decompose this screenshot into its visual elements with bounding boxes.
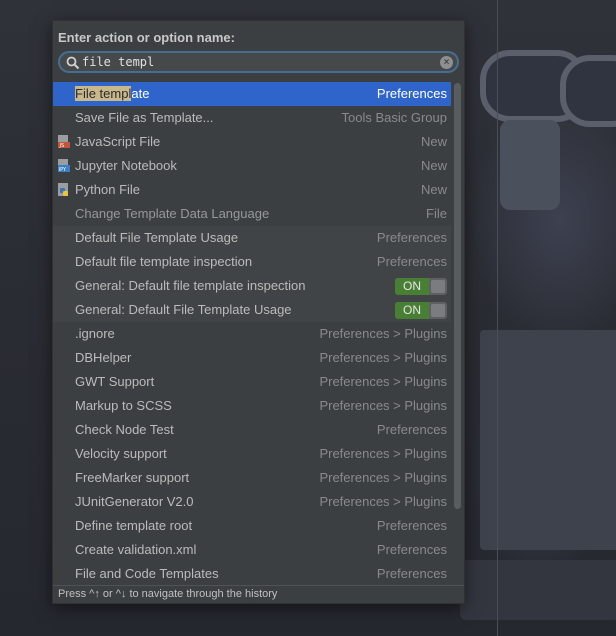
result-row[interactable]: Default file template inspection Prefere… (53, 250, 451, 274)
toggle-state: ON (395, 278, 429, 295)
result-row[interactable]: JS JavaScript File New (53, 130, 451, 154)
result-group: Tools Basic Group (341, 110, 448, 125)
result-row[interactable]: Check Node Test Preferences (53, 418, 451, 442)
results-list: File template Preferences Save File as T… (53, 82, 451, 586)
python-file-icon (58, 183, 68, 196)
popup-title: Enter action or option name: (58, 30, 235, 45)
result-row[interactable]: FreeMarker support Preferences > Plugins (53, 466, 451, 490)
toggle-knob (431, 304, 445, 317)
svg-text:IPY: IPY (59, 167, 67, 173)
toggle-knob (431, 280, 445, 293)
result-label: Python File (75, 182, 141, 197)
result-row[interactable]: Markup to SCSS Preferences > Plugins (53, 394, 451, 418)
result-label: Change Template Data Language (75, 206, 270, 221)
result-label: Jupyter Notebook (75, 158, 177, 173)
result-group: Preferences > Plugins (319, 374, 447, 389)
result-row[interactable]: Python File New (53, 178, 451, 202)
find-action-popup: Enter action or option name: × File temp… (52, 20, 465, 604)
result-group: Preferences (376, 86, 447, 101)
result-group: Preferences > Plugins (319, 350, 447, 365)
result-label: Markup to SCSS (75, 398, 172, 413)
option-toggle[interactable]: ON (395, 278, 447, 295)
result-row[interactable]: Change Template Data Language File (53, 202, 451, 226)
scrollbar-thumb[interactable] (454, 83, 461, 509)
result-group: Preferences (376, 422, 447, 437)
option-toggle[interactable]: ON (395, 302, 447, 319)
background-art-tread (460, 560, 616, 620)
result-row[interactable]: DBHelper Preferences > Plugins (53, 346, 451, 370)
result-group: Preferences > Plugins (319, 494, 447, 509)
result-row[interactable]: .ignore Preferences > Plugins (53, 322, 451, 346)
result-row[interactable]: JUnitGenerator V2.0 Preferences > Plugin… (53, 490, 451, 514)
jupyter-notebook-icon: IPY (58, 159, 70, 173)
result-group: New (420, 134, 447, 149)
toggle-state: ON (395, 302, 429, 319)
javascript-file-icon: JS (58, 135, 70, 149)
result-group: Preferences > Plugins (319, 326, 447, 341)
search-box[interactable]: × (58, 51, 459, 73)
clear-search-icon[interactable]: × (440, 56, 453, 69)
result-row[interactable]: Velocity support Preferences > Plugins (53, 442, 451, 466)
result-row[interactable]: IPY Jupyter Notebook New (53, 154, 451, 178)
result-row[interactable]: General: Default file template inspectio… (53, 274, 451, 298)
search-input[interactable] (82, 54, 412, 70)
result-label: Velocity support (75, 446, 167, 461)
result-group: Preferences (376, 254, 447, 269)
result-row-file-template[interactable]: File template Preferences (53, 82, 451, 106)
result-label: JavaScript File (75, 134, 161, 149)
popup-footer-hint: Press ^↑ or ^↓ to navigate through the h… (53, 585, 464, 603)
editor-divider (497, 0, 498, 636)
result-row[interactable]: GWT Support Preferences > Plugins (53, 370, 451, 394)
result-group: Preferences > Plugins (319, 470, 447, 485)
result-label: Create validation.xml (75, 542, 197, 557)
results-scrollbar[interactable] (454, 83, 462, 509)
result-label: General: Default file template inspectio… (75, 278, 306, 293)
result-row[interactable]: Define template root Preferences (53, 514, 451, 538)
result-label: JUnitGenerator V2.0 (75, 494, 194, 509)
result-group: Preferences (376, 542, 447, 557)
result-row[interactable]: Create validation.xml Preferences (53, 538, 451, 562)
result-label: Default file template inspection (75, 254, 253, 269)
result-group: Preferences > Plugins (319, 446, 447, 461)
result-label: Default File Template Usage (75, 230, 239, 245)
result-row[interactable]: File and Code Templates Preferences (53, 562, 451, 586)
result-label: .ignore (75, 326, 115, 341)
result-group: Preferences > Plugins (319, 398, 447, 413)
result-group: Preferences (376, 566, 447, 581)
result-group: File (426, 206, 447, 221)
search-icon (66, 56, 80, 70)
result-group: New (420, 182, 447, 197)
result-label: File template (75, 86, 150, 101)
result-label: GWT Support (75, 374, 155, 389)
result-group: New (420, 158, 447, 173)
result-group: Preferences (376, 518, 447, 533)
result-label: File and Code Templates (75, 566, 219, 581)
result-label: General: Default File Template Usage (75, 302, 292, 317)
background-art-body (480, 330, 616, 550)
result-label: FreeMarker support (75, 470, 190, 485)
background-art-neck (500, 120, 560, 210)
result-label: Define template root (75, 518, 193, 533)
result-label: Check Node Test (75, 422, 174, 437)
result-row[interactable]: Default File Template Usage Preferences (53, 226, 451, 250)
result-label: DBHelper (75, 350, 132, 365)
result-row[interactable]: Save File as Template... Tools Basic Gro… (53, 106, 451, 130)
result-group: Preferences (376, 230, 447, 245)
result-label: Save File as Template... (75, 110, 214, 125)
match-highlight: File templ (75, 86, 132, 101)
result-row[interactable]: General: Default File Template Usage ON (53, 298, 451, 322)
svg-text:JS: JS (59, 143, 65, 149)
background-art-eye (560, 55, 616, 127)
